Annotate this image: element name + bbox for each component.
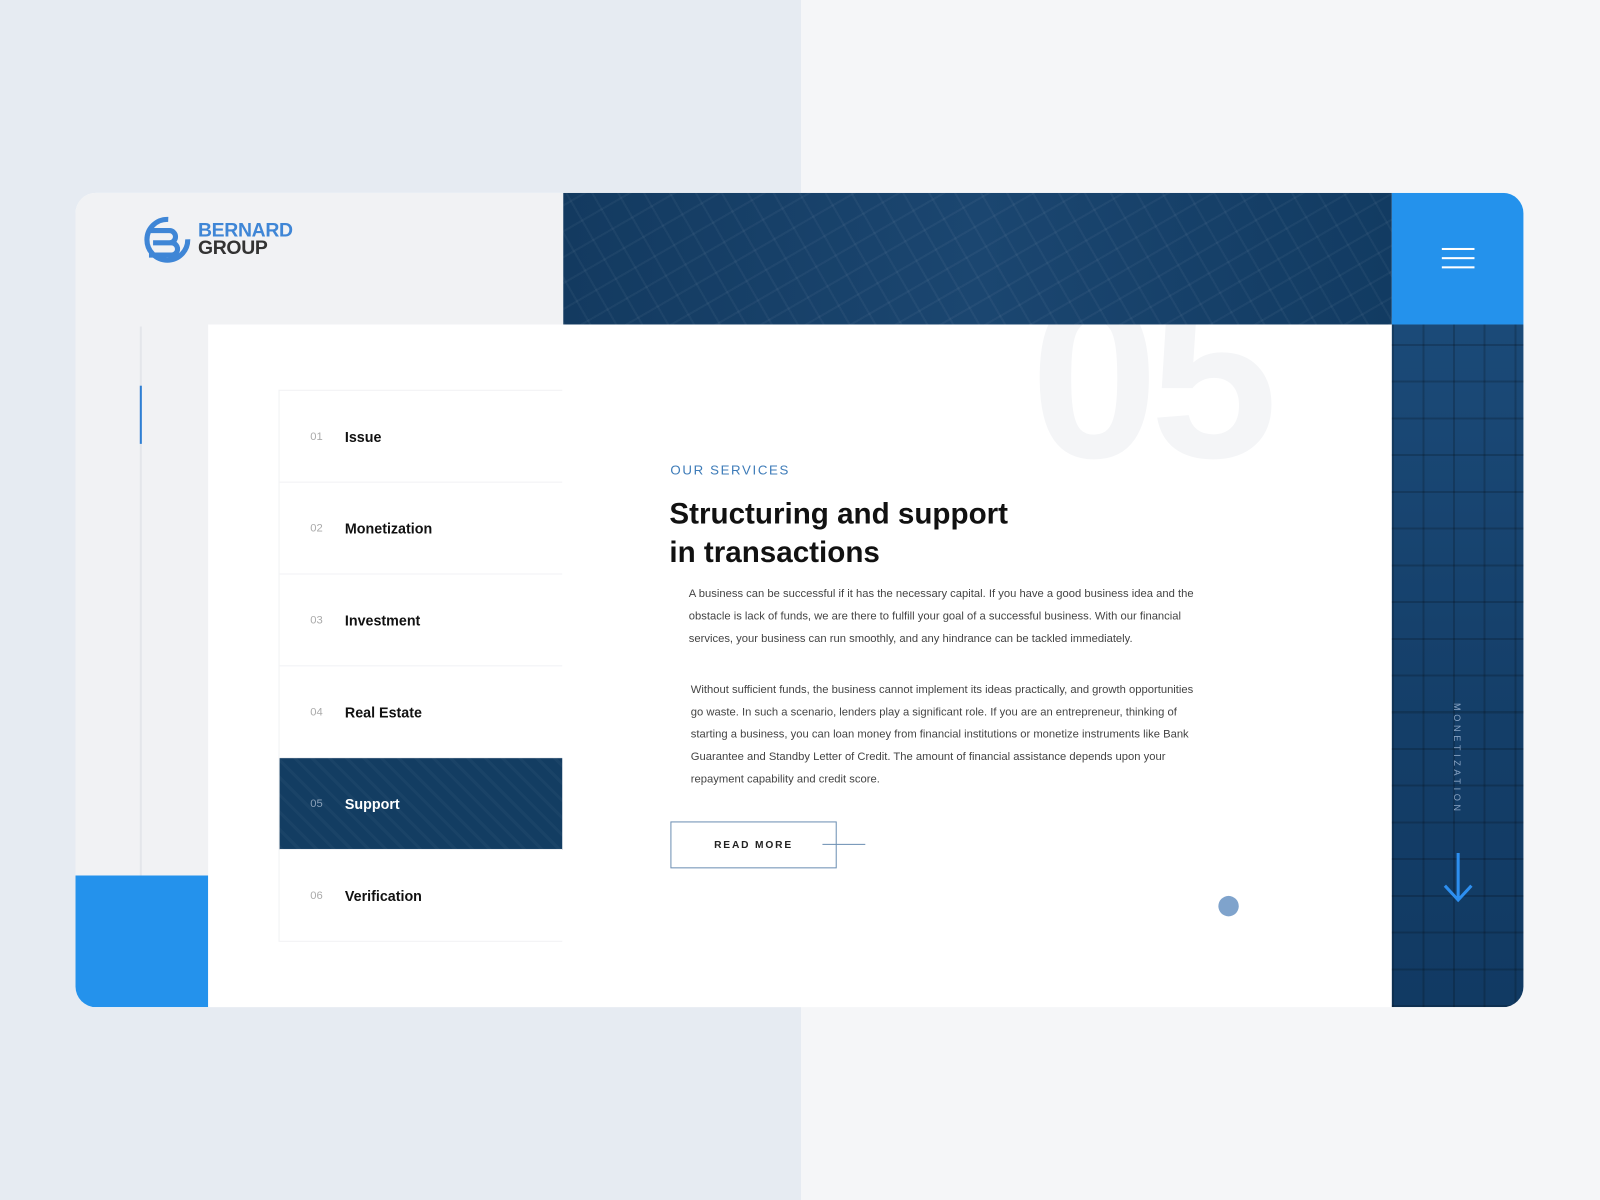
nav-label: Support	[344, 795, 400, 812]
nav-item-investment[interactable]: 03 Investment	[279, 574, 563, 667]
brand-line2: GROUP	[197, 237, 268, 260]
accent-block	[75, 875, 209, 1008]
scroll-dot[interactable]	[1218, 895, 1239, 917]
nav-item-monetization[interactable]: 02 Monetization	[279, 483, 563, 575]
progress-indicator	[139, 385, 142, 444]
logo-mark-icon	[144, 216, 191, 263]
nav-label: Verification	[344, 887, 422, 904]
nav-label: Issue	[344, 428, 382, 445]
nav-label: Real Estate	[344, 703, 422, 720]
page-title: Structuring and support in transactions	[669, 495, 1008, 573]
section-label: MONETIZATION	[1452, 703, 1463, 815]
header-image	[563, 192, 1392, 325]
section-number-watermark: 05	[1030, 324, 1278, 507]
services-nav: 01 Issue 02 Monetization 03 Investment 04 Re…	[278, 389, 563, 942]
nav-number: 05	[310, 797, 323, 810]
eyebrow: OUR SERVICES	[670, 462, 791, 478]
title-line-1: Structuring and support	[669, 497, 1009, 531]
nav-item-verification[interactable]: 06 Verification	[279, 850, 563, 942]
button-decoration-line	[822, 843, 866, 845]
nav-number: 03	[310, 613, 323, 627]
nav-number: 06	[310, 889, 323, 902]
nav-label: Monetization	[344, 519, 433, 537]
body-paragraph-1: A business can be successful if it has t…	[688, 587, 1194, 645]
nav-number: 01	[310, 430, 323, 443]
nav-label: Investment	[344, 611, 421, 629]
side-image	[1391, 324, 1524, 1008]
nav-number: 04	[310, 705, 323, 718]
read-more-button[interactable]: READ MORE	[670, 821, 837, 869]
body-paragraph-2: Without sufficient funds, the business c…	[690, 683, 1194, 786]
arrow-down-icon[interactable]	[1441, 851, 1476, 904]
title-line-2: in transactions	[669, 536, 880, 570]
logo[interactable]: BERNARD GROUP	[143, 215, 293, 264]
nav-item-support[interactable]: 05 Support	[279, 758, 563, 850]
menu-button[interactable]	[1391, 192, 1524, 325]
nav-item-issue[interactable]: 01 Issue	[279, 391, 563, 483]
nav-number: 02	[310, 521, 323, 535]
nav-item-real-estate[interactable]: 04 Real Estate	[279, 666, 563, 759]
page-card: BERNARD GROUP MONETIZATION 01 Issue 02 Mone…	[75, 192, 1524, 1008]
